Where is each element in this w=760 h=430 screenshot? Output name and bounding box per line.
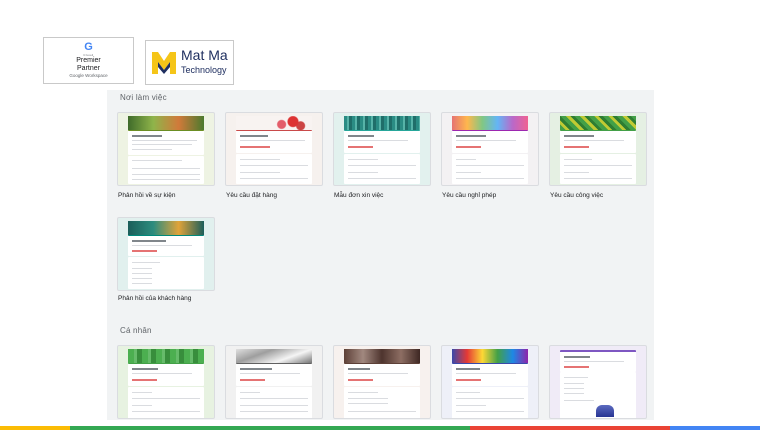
partner-premier-text: Premier: [76, 57, 101, 64]
template-event-feedback[interactable]: [117, 112, 215, 186]
rsvp-thumbnail: [334, 346, 430, 418]
template-contact-info[interactable]: [117, 345, 215, 419]
event-feedback-thumbnail: [118, 113, 214, 185]
party-invite-thumbnail: [226, 346, 322, 418]
template-tshirt-signup[interactable]: [441, 345, 539, 419]
template-gallery: Nơi làm việc Phản hồi về sự kiện Yêu cầu…: [107, 90, 654, 420]
template-job-application[interactable]: [333, 112, 431, 186]
section-title-personal: Cá nhân: [120, 326, 152, 335]
template-label-order-request[interactable]: Yêu cầu đặt hàng: [226, 192, 277, 199]
template-customer-feedback[interactable]: [117, 217, 215, 291]
partner-workspace-text: Google Workspace: [69, 73, 108, 78]
brand-bar-green: [70, 426, 470, 430]
brand-bar-red: [470, 426, 670, 430]
contact-info-thumbnail: [118, 346, 214, 418]
brand-bar-yellow: [0, 426, 70, 430]
template-work-request[interactable]: [549, 112, 647, 186]
time-off-request-thumbnail: [442, 113, 538, 185]
template-order-request[interactable]: [225, 112, 323, 186]
template-label-customer-feedback[interactable]: Phản hồi của khách hàng: [118, 295, 191, 302]
template-label-time-off-request[interactable]: Yêu cầu nghỉ phép: [442, 192, 496, 199]
template-party-invite[interactable]: [225, 345, 323, 419]
event-registration-thumbnail: [550, 346, 646, 418]
order-request-thumbnail: [226, 113, 322, 185]
template-label-job-application[interactable]: Mẫu đơn xin việc: [334, 192, 383, 199]
google-partner-badge: G Cloud Premier Partner Google Workspace: [43, 37, 134, 84]
partner-partner-text: Partner: [77, 65, 100, 72]
template-label-work-request[interactable]: Yêu cầu công việc: [550, 192, 603, 199]
google-g-icon: G: [84, 41, 93, 53]
matma-logo: Mat Ma Technology: [145, 40, 234, 85]
matma-title: Mat Ma: [181, 47, 228, 63]
matma-m-icon: [152, 52, 176, 74]
template-rsvp[interactable]: [333, 345, 431, 419]
template-event-registration[interactable]: [549, 345, 647, 419]
template-label-event-feedback[interactable]: Phản hồi về sự kiện: [118, 192, 175, 199]
brand-color-bar: [0, 426, 760, 430]
section-title-workplace: Nơi làm việc: [120, 93, 167, 102]
tshirt-signup-thumbnail: [442, 346, 538, 418]
work-request-thumbnail: [550, 113, 646, 185]
job-application-thumbnail: [334, 113, 430, 185]
matma-subtitle: Technology: [181, 65, 227, 75]
template-time-off-request[interactable]: [441, 112, 539, 186]
customer-feedback-thumbnail: [118, 218, 214, 290]
brand-bar-blue: [670, 426, 760, 430]
